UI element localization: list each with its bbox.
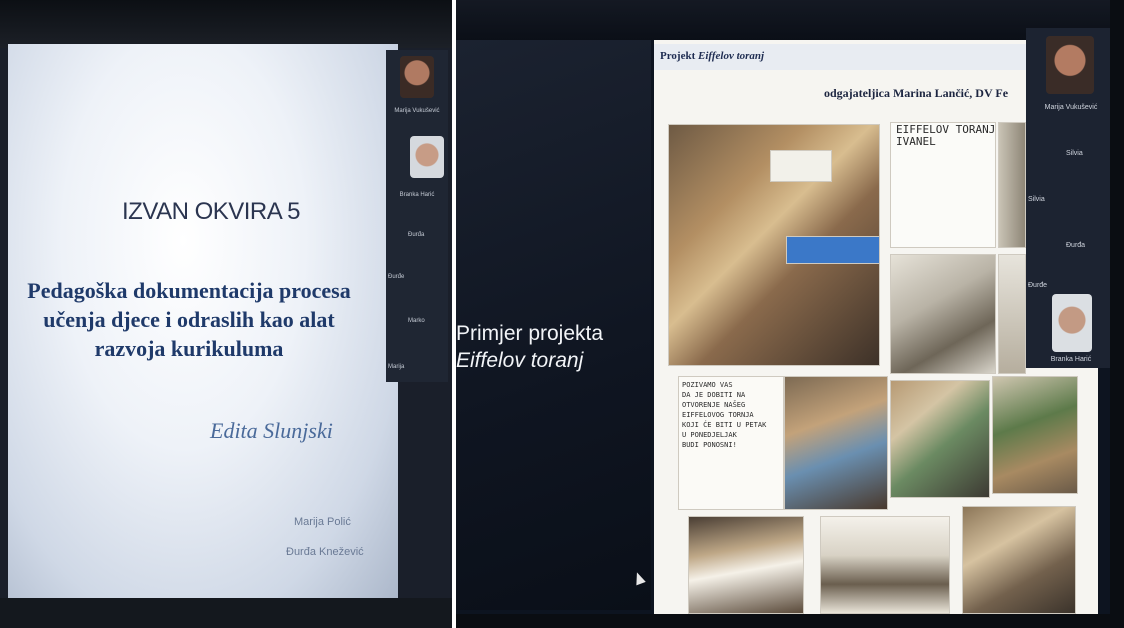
slide-author: Edita Slunjski bbox=[210, 418, 333, 443]
participant-name: Marija Vukušević bbox=[394, 108, 440, 114]
slide-credit: Marija Polić bbox=[294, 516, 351, 528]
participant-name: Silvia bbox=[1066, 150, 1083, 157]
participant-tile[interactable]: Silvia bbox=[1026, 192, 1116, 212]
project-title: Projekt Eiffelov toranj bbox=[660, 50, 764, 62]
participant-tile[interactable]: Marija bbox=[386, 356, 448, 380]
collage-photo-kids-wheel bbox=[784, 376, 888, 510]
monitor-bezel-bottom bbox=[456, 614, 1124, 628]
participant-tile[interactable]: Marija Vukušević bbox=[386, 52, 448, 122]
participant-name: Branka Harić bbox=[1050, 356, 1092, 363]
participant-video bbox=[410, 136, 444, 178]
teacher-credit: odgajateljica Marina Lančić, DV Fe bbox=[824, 86, 1009, 100]
participant-tile[interactable]: Branka Harić bbox=[386, 134, 448, 206]
participant-tile[interactable]: Đurđe bbox=[386, 266, 448, 290]
participant-name: Silvia bbox=[1028, 196, 1045, 203]
collage-photo-box bbox=[992, 376, 1078, 494]
participant-tile[interactable]: Marija Vukušević bbox=[1026, 32, 1116, 118]
participant-name: Marija Vukušević bbox=[1044, 104, 1098, 111]
collage-photo-tower-wide bbox=[820, 516, 950, 614]
monitor-bezel-bottom bbox=[0, 598, 452, 628]
participant-tile[interactable]: Branka Harić bbox=[1026, 290, 1116, 368]
slide-subtitle-line: razvoja kurikuluma bbox=[94, 336, 284, 361]
collage-photo-kids-building bbox=[890, 380, 990, 498]
participants-panel-right: Marija Vukušević Silvia Silvia Đurđa Đur… bbox=[1026, 28, 1116, 368]
slide-subtitle-line: učenja djece i odraslih kao alat bbox=[43, 307, 335, 332]
participant-tile[interactable]: Đurđa bbox=[1026, 238, 1116, 258]
right-photo: Primjer projekta Eiffelov toranj Projekt… bbox=[456, 0, 1124, 628]
collage-photo-edge bbox=[998, 122, 1026, 248]
project-title-italic: Eiffelov toranj bbox=[697, 50, 765, 62]
monitor-bezel-top bbox=[0, 0, 452, 48]
participant-name: Đurđe bbox=[1028, 282, 1048, 289]
slide-subtitle-line: Pedagoška dokumentacija procesa bbox=[27, 278, 351, 303]
participant-video bbox=[400, 56, 434, 98]
monitor-bezel-top bbox=[456, 0, 1124, 40]
participant-tile[interactable]: Silvia bbox=[1026, 146, 1116, 166]
collage-photo-blue-sleeve bbox=[786, 236, 880, 264]
slide-subtitle: Pedagoška dokumentacija procesa učenja d… bbox=[24, 276, 354, 363]
collage-invitation-text: POZIVAMO VAS DA JE DOBITI NA OTVORENJE N… bbox=[682, 381, 767, 449]
collage-photo-tower-closeup bbox=[962, 506, 1076, 614]
slide-title: IZVAN OKVIRA 5 bbox=[122, 198, 300, 225]
collage-photo-edge bbox=[998, 254, 1026, 374]
participant-name: Đurđe bbox=[388, 274, 405, 280]
left-photo: IZVAN OKVIRA 5 Pedagoška dokumentacija p… bbox=[0, 0, 452, 628]
slide-heading-italic: Eiffelov toranj bbox=[456, 349, 584, 372]
participant-name: Đurđa bbox=[408, 232, 425, 238]
slide-credit: Đurđa Knežević bbox=[286, 546, 364, 558]
slide-heading: Primjer projekta Eiffelov toranj bbox=[456, 320, 646, 374]
slide-heading-line: Primjer projekta bbox=[456, 322, 604, 345]
participant-name: Đurđa bbox=[1066, 242, 1086, 249]
participant-tile[interactable]: Đurđa bbox=[386, 224, 448, 248]
participant-name: Marko bbox=[408, 318, 425, 324]
participant-name: Branka Harić bbox=[399, 192, 435, 198]
collage-photo-sparklers bbox=[688, 516, 804, 614]
participant-video bbox=[1046, 36, 1094, 94]
collage-note-text: EIFFELOV TORANJ IVANEL bbox=[896, 123, 996, 148]
participants-panel-left: Marija Vukušević Branka Harić Đurđa Đurđ… bbox=[386, 50, 448, 382]
collage-photo-drawing bbox=[890, 254, 996, 374]
participant-name: Marija bbox=[388, 364, 405, 370]
monitor-bezel-right bbox=[1110, 0, 1124, 628]
participant-video bbox=[1052, 294, 1092, 352]
project-title-prefix: Projekt bbox=[660, 50, 698, 62]
collage-label-card bbox=[770, 150, 832, 182]
participant-tile[interactable]: Marko bbox=[386, 310, 448, 334]
